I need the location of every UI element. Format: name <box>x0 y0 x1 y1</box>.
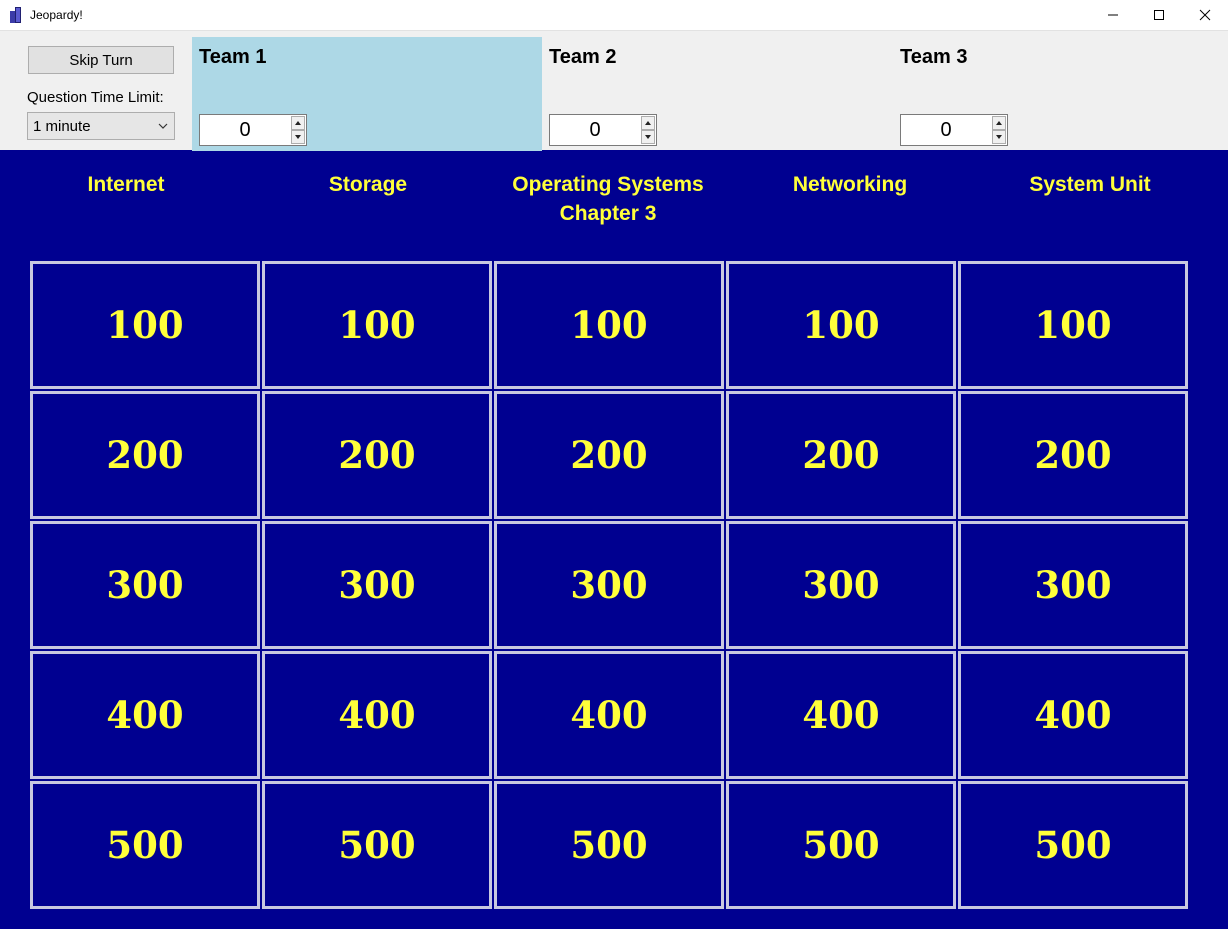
question-tile-internet-300[interactable]: 300 <box>30 521 260 649</box>
category-title: System Unit <box>1029 173 1151 196</box>
question-tile-networking-200[interactable]: 200 <box>726 391 956 519</box>
time-limit-value: 1 minute <box>33 117 91 135</box>
category-title: Operating Systems <box>512 173 704 196</box>
question-tile-operating-systems-500[interactable]: 500 <box>494 781 724 909</box>
category-header-internet: Internet <box>10 170 242 199</box>
team-score-stepper[interactable]: 0 <box>199 114 307 146</box>
team-name: Team 2 <box>549 46 617 68</box>
question-tile-system-unit-300[interactable]: 300 <box>958 521 1188 649</box>
team-panel-2: Team 2 0 <box>542 37 893 151</box>
score-down-button[interactable] <box>291 130 305 144</box>
question-tile-networking-100[interactable]: 100 <box>726 261 956 389</box>
arrow-up-icon <box>996 121 1002 125</box>
team-name: Team 3 <box>900 46 968 68</box>
score-down-button[interactable] <box>641 130 655 144</box>
question-tile-storage-300[interactable]: 300 <box>262 521 492 649</box>
question-tile-internet-500[interactable]: 500 <box>30 781 260 909</box>
team-panel-1: Team 1 0 <box>192 37 542 151</box>
question-tile-operating-systems-300[interactable]: 300 <box>494 521 724 649</box>
control-panel: Skip Turn Question Time Limit: 1 minute … <box>0 30 1228 151</box>
arrow-up-icon <box>295 121 301 125</box>
category-subtitle: Chapter 3 <box>559 202 657 225</box>
question-tile-storage-200[interactable]: 200 <box>262 391 492 519</box>
team-score-value[interactable]: 0 <box>901 115 991 145</box>
category-title: Networking <box>792 173 908 196</box>
window-title: Jeopardy! <box>30 8 83 22</box>
category-header-storage: Storage <box>252 170 484 199</box>
question-tile-system-unit-200[interactable]: 200 <box>958 391 1188 519</box>
close-icon <box>1199 9 1211 21</box>
close-button[interactable] <box>1182 0 1228 30</box>
arrow-down-icon <box>295 135 301 139</box>
question-tile-storage-400[interactable]: 400 <box>262 651 492 779</box>
category-header-operating-systems: Operating Systems Chapter 3 <box>492 170 724 228</box>
score-up-button[interactable] <box>291 116 305 130</box>
category-title: Storage <box>328 173 408 196</box>
question-tile-internet-400[interactable]: 400 <box>30 651 260 779</box>
question-tile-networking-400[interactable]: 400 <box>726 651 956 779</box>
time-limit-dropdown[interactable]: 1 minute <box>27 112 175 140</box>
team-score-stepper[interactable]: 0 <box>549 114 657 146</box>
category-header-system-unit: System Unit <box>974 170 1206 199</box>
chevron-down-icon <box>158 123 168 129</box>
question-tile-storage-100[interactable]: 100 <box>262 261 492 389</box>
score-up-button[interactable] <box>641 116 655 130</box>
question-tile-operating-systems-200[interactable]: 200 <box>494 391 724 519</box>
minimize-icon <box>1108 14 1118 16</box>
question-tile-system-unit-400[interactable]: 400 <box>958 651 1188 779</box>
maximize-button[interactable] <box>1136 0 1182 30</box>
skip-turn-button[interactable]: Skip Turn <box>28 46 174 74</box>
score-up-button[interactable] <box>992 116 1006 130</box>
team-score-value[interactable]: 0 <box>550 115 640 145</box>
team-name: Team 1 <box>199 46 267 68</box>
question-tile-storage-500[interactable]: 500 <box>262 781 492 909</box>
team-score-stepper[interactable]: 0 <box>900 114 1008 146</box>
maximize-icon <box>1154 10 1164 20</box>
score-down-button[interactable] <box>992 130 1006 144</box>
window-controls <box>1090 0 1228 30</box>
time-limit-label: Question Time Limit: <box>27 89 164 106</box>
category-title: Internet <box>87 173 165 196</box>
arrow-down-icon <box>996 135 1002 139</box>
question-tile-system-unit-500[interactable]: 500 <box>958 781 1188 909</box>
question-tile-system-unit-100[interactable]: 100 <box>958 261 1188 389</box>
question-tile-internet-100[interactable]: 100 <box>30 261 260 389</box>
category-header-networking: Networking <box>734 170 966 199</box>
title-bar: Jeopardy! <box>0 0 1228 30</box>
question-tile-internet-200[interactable]: 200 <box>30 391 260 519</box>
minimize-button[interactable] <box>1090 0 1136 30</box>
arrow-up-icon <box>645 121 651 125</box>
question-tile-operating-systems-100[interactable]: 100 <box>494 261 724 389</box>
question-tile-networking-500[interactable]: 500 <box>726 781 956 909</box>
question-tile-networking-300[interactable]: 300 <box>726 521 956 649</box>
team-score-value[interactable]: 0 <box>200 115 290 145</box>
question-tile-operating-systems-400[interactable]: 400 <box>494 651 724 779</box>
app-icon <box>10 7 24 23</box>
arrow-down-icon <box>645 135 651 139</box>
team-panel-3: Team 3 0 <box>893 37 1228 151</box>
